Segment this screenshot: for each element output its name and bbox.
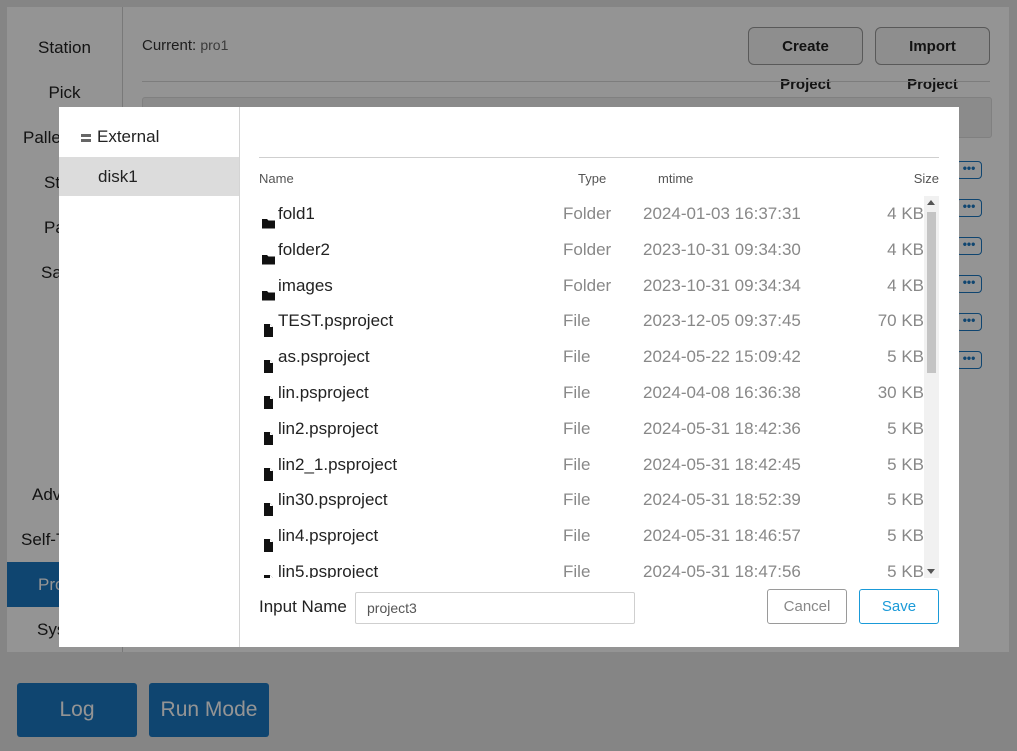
file-row[interactable]: TEST.psproject File 2023-12-05 09:37:45 70 … — [259, 303, 924, 339]
file-icon — [262, 386, 275, 409]
file-type: File — [563, 311, 591, 331]
file-row[interactable]: lin2.psproject File 2024-05-31 18:42:36 5 K… — [259, 411, 924, 447]
file-size: 4 KB — [887, 204, 924, 223]
file-name: lin.psproject — [278, 383, 369, 402]
file-row[interactable]: folder2 Folder 2023-10-31 09:34:30 4 KB — [259, 232, 924, 268]
save-button[interactable]: Save — [859, 589, 939, 624]
file-row[interactable]: lin2_1.psproject File 2024-05-31 18:42:45 5… — [259, 447, 924, 483]
file-name: as.psproject — [278, 347, 370, 367]
file-icon — [262, 529, 275, 553]
drive-icon — [81, 133, 91, 142]
column-header-name[interactable]: Name — [259, 171, 294, 186]
folder-icon — [262, 279, 275, 301]
file-row[interactable]: lin4.psproject File 2024-05-31 18:46:57 5 K… — [259, 518, 924, 554]
file-mtime: 2023-10-31 09:34:34 — [643, 275, 801, 295]
scroll-up-icon[interactable] — [927, 200, 935, 205]
location-tree: External disk1 — [59, 107, 240, 647]
file-name: lin4.psproject — [278, 526, 379, 546]
file-row[interactable]: lin.psproject File 2024-04-08 16:36:38 30 K… — [259, 375, 924, 411]
divider — [259, 157, 939, 158]
file-mtime: 2024-01-03 16:37:31 — [643, 204, 801, 223]
file-size: 5 KB — [887, 562, 924, 578]
file-type: Folder — [563, 239, 612, 259]
file-mtime: 2024-05-22 15:09:42 — [643, 347, 801, 367]
input-name-field[interactable] — [355, 592, 635, 624]
scroll-down-icon[interactable] — [927, 569, 935, 574]
file-type: File — [563, 418, 591, 438]
file-icon — [262, 493, 275, 517]
file-type: File — [563, 526, 591, 546]
scroll-thumb[interactable] — [927, 212, 936, 373]
file-icon — [262, 314, 275, 338]
file-row[interactable]: as.psproject File 2024-05-22 15:09:42 5 KB — [259, 339, 924, 375]
file-name: folder2 — [278, 239, 330, 259]
file-name: images — [278, 275, 333, 295]
scrollbar[interactable] — [924, 196, 939, 578]
file-row[interactable]: images Folder 2023-10-31 09:34:34 4 KB — [259, 268, 924, 304]
file-mtime: 2024-05-31 18:52:39 — [643, 490, 801, 510]
file-type: Folder — [563, 204, 612, 223]
file-icon — [262, 565, 275, 578]
file-icon — [262, 458, 275, 481]
file-name: fold1 — [278, 204, 315, 223]
file-type: File — [563, 562, 591, 578]
folder-icon — [262, 207, 275, 229]
file-size: 5 KB — [887, 347, 924, 367]
file-mtime: 2023-12-05 09:37:45 — [643, 311, 801, 331]
file-size: 5 KB — [887, 526, 924, 546]
cancel-button[interactable]: Cancel — [767, 589, 847, 624]
column-header-size[interactable]: Size — [914, 171, 939, 186]
file-name: lin2_1.psproject — [278, 454, 398, 474]
file-icon — [262, 422, 275, 445]
file-size: 4 KB — [887, 239, 924, 259]
file-row[interactable]: fold1 Folder 2024-01-03 16:37:31 4 KB — [259, 196, 924, 232]
column-header-mtime[interactable]: mtime — [658, 171, 693, 186]
file-size: 5 KB — [887, 418, 924, 438]
file-type: File — [563, 454, 591, 474]
file-type: File — [563, 383, 591, 402]
file-browser: Name Type mtime Size fold1 Folder 2024-01-… — [259, 107, 939, 647]
file-list: fold1 Folder 2024-01-03 16:37:31 4 KB folder… — [259, 196, 939, 578]
file-size: 5 KB — [887, 454, 924, 474]
tree-item-disk1[interactable]: disk1 — [59, 157, 239, 196]
file-mtime: 2024-05-31 18:42:45 — [643, 454, 801, 474]
file-size: 4 KB — [887, 275, 924, 295]
tree-item-label: External — [97, 127, 160, 146]
file-name: TEST.psproject — [278, 311, 394, 331]
file-mtime: 2024-04-08 16:36:38 — [643, 383, 801, 402]
file-type: File — [563, 347, 591, 367]
file-name: lin2.psproject — [278, 418, 379, 438]
file-name: lin30.psproject — [278, 490, 388, 510]
file-row[interactable]: lin30.psproject File 2024-05-31 18:52:39 5 … — [259, 482, 924, 518]
file-mtime: 2024-05-31 18:47:56 — [643, 562, 801, 578]
file-mtime: 2024-05-31 18:46:57 — [643, 526, 801, 546]
file-icon — [262, 350, 275, 374]
file-row[interactable]: lin5.psproject File 2024-05-31 18:47:56 5 K… — [259, 554, 924, 578]
file-name: lin5.psproject — [278, 562, 379, 578]
file-type: File — [563, 490, 591, 510]
input-name-label: Input Name — [259, 597, 347, 616]
tree-item-external[interactable]: External — [81, 125, 159, 149]
file-mtime: 2024-05-31 18:42:36 — [643, 418, 801, 438]
file-size: 5 KB — [887, 490, 924, 510]
column-header-type[interactable]: Type — [578, 171, 606, 186]
file-size: 70 KB — [877, 311, 924, 331]
file-type: Folder — [563, 275, 612, 295]
file-mtime: 2023-10-31 09:34:30 — [643, 239, 801, 259]
folder-icon — [262, 243, 275, 265]
save-project-dialog: External disk1 Name Type mtime Size fold… — [59, 107, 959, 647]
file-size: 30 KB — [877, 383, 924, 402]
